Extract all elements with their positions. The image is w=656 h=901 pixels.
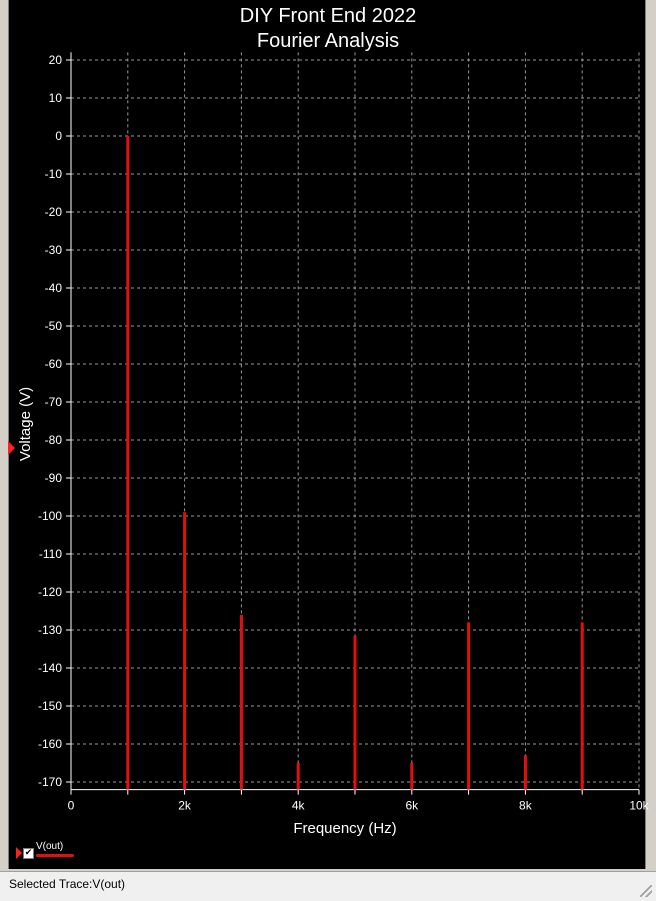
- y-tick-label: 0: [55, 129, 62, 143]
- trace-bar[interactable]: [126, 136, 130, 790]
- trace-bar[interactable]: [296, 763, 300, 790]
- trace-bar[interactable]: [467, 622, 471, 790]
- y-tick-label: -130: [38, 623, 62, 637]
- y-tick-label: -20: [45, 205, 63, 219]
- y-tick-label: -160: [38, 737, 62, 751]
- y-tick-label: -30: [45, 243, 63, 257]
- trace-marker-icon: [16, 847, 22, 859]
- cursor-marker-icon[interactable]: [8, 441, 15, 455]
- x-tick-label: 6k: [405, 799, 419, 813]
- status-bar: Selected Trace:V(out): [0, 871, 656, 901]
- y-tick-label: -40: [45, 281, 63, 295]
- trace-bar[interactable]: [580, 622, 584, 790]
- x-tick-label: 10k: [629, 799, 649, 813]
- y-tick-label: -170: [38, 775, 62, 789]
- y-tick-label: -100: [38, 509, 62, 523]
- trace-bar[interactable]: [353, 635, 357, 790]
- trace-bar[interactable]: [523, 755, 527, 790]
- x-tick-label: 0: [68, 799, 75, 813]
- x-tick-label: 2k: [178, 799, 192, 813]
- resize-grip-icon[interactable]: [640, 885, 652, 897]
- x-tick-label: 8k: [519, 799, 533, 813]
- trace-legend[interactable]: ✔ V(out): [14, 841, 94, 863]
- y-tick-label: -90: [45, 471, 63, 485]
- y-tick-label: -10: [45, 167, 63, 181]
- axis-labels: Frequency (Hz) Voltage (V): [17, 387, 397, 837]
- chart-subtitle: Fourier Analysis: [256, 30, 400, 52]
- y-tick-label: -70: [45, 395, 63, 409]
- y-tick-label: -150: [38, 699, 62, 713]
- status-text: Selected Trace:V(out): [9, 877, 126, 891]
- trace-visibility-checkbox[interactable]: ✔: [23, 848, 34, 859]
- trace-bar[interactable]: [239, 614, 243, 790]
- y-tick-label: -50: [45, 319, 63, 333]
- y-tick-label: -110: [39, 547, 62, 561]
- y-axis-label: Voltage (V): [17, 387, 34, 461]
- y-tick-label: 20: [49, 53, 63, 67]
- x-axis-label: Frequency (Hz): [293, 820, 396, 837]
- chart-title: DIY Front End 2022 Fourier Analysis: [0, 4, 656, 54]
- trace-bar[interactable]: [410, 763, 414, 790]
- chart: 20 10 0 -10 -20 -30 -40 -50 -60 -70 -80 -90 -100 -110…: [17, 52, 650, 837]
- x-tick-label: 4k: [292, 799, 306, 813]
- trace-color-swatch: [36, 854, 74, 857]
- y-tick-label: 10: [49, 91, 63, 105]
- tick-labels: 20 10 0 -10 -20 -30 -40 -50 -60 -70 -80 -90 -100 -110…: [38, 53, 650, 813]
- axes: [66, 52, 640, 795]
- trace-bar[interactable]: [183, 512, 187, 790]
- y-tick-label: -140: [38, 661, 62, 675]
- y-tick-label: -120: [38, 585, 62, 599]
- y-tick-label: -80: [45, 433, 63, 447]
- analysis-window: 20 10 0 -10 -20 -30 -40 -50 -60 -70 -80 -90 -100 -110…: [0, 0, 656, 901]
- chart-title-line1: DIY Front End 2022: [239, 5, 417, 27]
- y-tick-label: -60: [45, 357, 63, 371]
- trace-label[interactable]: V(out): [36, 841, 63, 852]
